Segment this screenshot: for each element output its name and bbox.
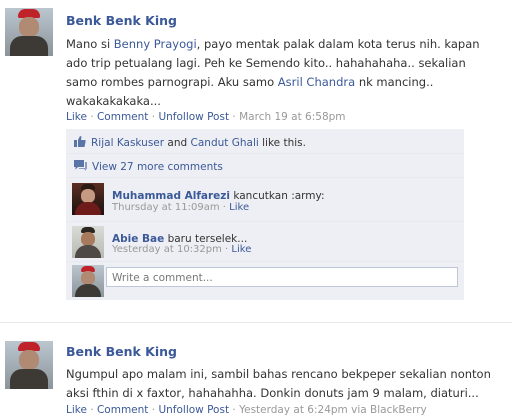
message-line: aksi fthin di x faxtor, hahahahha. Donki… <box>66 386 479 400</box>
view-more-comments-row[interactable]: View 27 more comments <box>66 154 464 178</box>
unfollow-post-link[interactable]: Unfollow Post <box>158 111 229 123</box>
likes-row: Rijal Kaskuser and Candut Ghali like thi… <box>66 129 464 154</box>
post-actions: Like · Comment · Unfollow Post · Yesterd… <box>66 404 427 416</box>
comment-item: Muhammad Alfarezi kancutkan :army: Thurs… <box>66 178 464 222</box>
view-more-comments-link[interactable]: View 27 more comments <box>92 161 223 173</box>
comment-timestamp[interactable]: Thursday at 11:09am <box>112 202 220 213</box>
write-comment-input[interactable]: Write a comment... <box>106 267 458 287</box>
comment-link[interactable]: Comment <box>97 404 148 416</box>
tagged-user-link[interactable]: Asril Chandra <box>278 75 355 89</box>
comment-timestamp[interactable]: Yesterday at 10:32pm <box>112 244 222 255</box>
unfollow-post-link[interactable]: Unfollow Post <box>158 404 229 416</box>
liker-link[interactable]: Candut Ghali <box>191 137 259 149</box>
commenter-avatar[interactable] <box>72 183 104 215</box>
message-line: ado trip petualang lagi. Peh ke Semendo … <box>66 56 466 70</box>
like-link[interactable]: Like <box>66 404 87 416</box>
comment-text: kancutkan :army: <box>230 190 325 202</box>
tagged-user-link[interactable]: Benny Prayogi <box>114 37 197 51</box>
commenter-name[interactable]: Muhammad Alfarezi <box>112 190 230 202</box>
message-line: wakakakakaka... <box>66 94 161 108</box>
comment-item: Abie Bae baru terselek... Yesterday at 1… <box>66 222 464 262</box>
author-name[interactable]: Benk Benk King <box>66 344 177 359</box>
liker-link[interactable]: Rijal Kaskuser <box>91 137 164 149</box>
comment-like-link[interactable]: Like <box>231 244 251 255</box>
comment-link[interactable]: Comment <box>97 111 148 123</box>
comments-icon <box>74 160 87 171</box>
author-name[interactable]: Benk Benk King <box>66 13 177 28</box>
post-message: Mano si Benny Prayogi, payo mentak palak… <box>66 35 506 111</box>
post-timestamp[interactable]: Yesterday at 6:24pm via BlackBerry <box>239 404 427 416</box>
message-line: Mano si Benny Prayogi, payo mentak palak… <box>66 37 480 51</box>
my-avatar <box>72 265 104 297</box>
write-comment-row: Write a comment... <box>66 262 464 300</box>
message-line: Ngumpul apo malam ini, sambil bahas renc… <box>66 367 491 381</box>
message-line: samo rombes parnograpi. Aku samo Asril C… <box>66 75 434 89</box>
comments-box: Rijal Kaskuser and Candut Ghali like thi… <box>66 129 464 300</box>
author-avatar[interactable] <box>5 341 53 389</box>
comment-like-link[interactable]: Like <box>229 202 249 213</box>
post-message: Ngumpul apo malam ini, sambil bahas renc… <box>66 365 506 403</box>
post-divider <box>0 322 512 323</box>
author-avatar[interactable] <box>5 8 53 56</box>
post-actions: Like · Comment · Unfollow Post · March 1… <box>66 111 346 123</box>
thumbs-up-icon <box>74 136 86 147</box>
commenter-avatar[interactable] <box>72 226 104 258</box>
like-link[interactable]: Like <box>66 111 87 123</box>
post-timestamp[interactable]: March 19 at 6:58pm <box>239 111 345 123</box>
